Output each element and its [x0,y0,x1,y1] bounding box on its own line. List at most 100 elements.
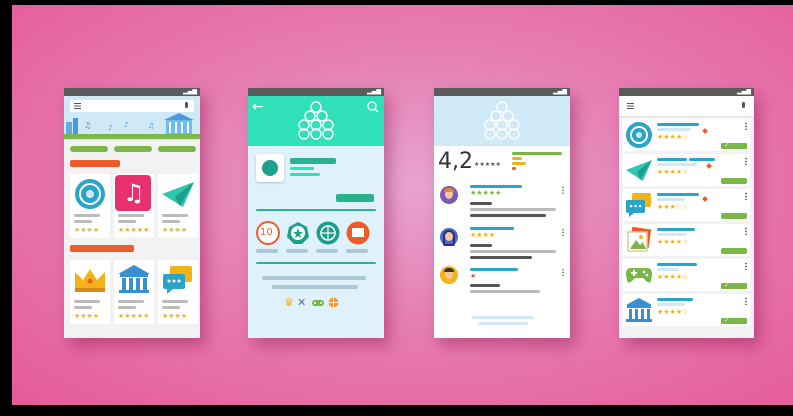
search-icon[interactable] [367,101,379,113]
section-title-bar [70,245,134,252]
avatar [440,186,458,204]
basketball-icon [328,297,339,308]
hamburger-icon[interactable] [74,103,81,109]
app-card[interactable]: ★★★★ [70,174,110,238]
status-bar: ▂▄▆ [619,88,754,96]
list-item[interactable]: ★★★★☆ ✓ [623,119,750,151]
rating-stars: ★★★★ [74,226,100,234]
picture-icon [627,227,652,252]
rating-stars: ★★★★ [74,312,100,320]
overflow-menu-icon[interactable] [745,262,747,270]
tab-pill-1[interactable] [70,146,108,152]
review-stars: ★ [470,272,477,280]
list-item[interactable]: ★★★★☆ [623,224,750,256]
badge-number: 10 [260,227,273,238]
badge-score: 10 [256,221,280,245]
green-stripe [64,134,200,139]
list-item[interactable]: ★★★★☆ ✓ [623,294,750,326]
status-bar: ▂▄▆ [64,88,200,96]
avatar [440,228,458,246]
review-stars: ★★★★ [470,231,496,239]
action-bar[interactable] [721,248,747,254]
action-bar[interactable] [721,213,747,219]
crown-icon [75,269,105,292]
rating-stars: ★★★★☆ [657,273,689,281]
overflow-menu-icon[interactable] [745,192,747,200]
installed-check: ✓ [721,283,747,289]
app-card[interactable]: ★★★★ [158,260,198,324]
rating-stars: ★★★★☆ [657,238,689,246]
app-card[interactable]: ♫ ★★★★★ [114,174,154,238]
rating-histogram-bar [512,167,516,170]
tab-pill-2[interactable] [114,146,152,152]
phone-reviews: ▂▄▆ 4,2 ★★★★★ ★★★★★ ★★★★ ★ [434,88,570,338]
list-item[interactable]: ★★★★☆ ✓ [623,259,750,291]
divider [256,209,376,211]
app-logo-icon [484,101,520,140]
paper-plane-icon [162,182,194,207]
app-card[interactable]: ★★★★ [70,260,110,324]
overflow-menu-icon[interactable] [745,122,747,130]
rating-stars: ★★★★ [162,312,188,320]
crown-icon: ♛ [284,296,294,309]
chat-bubbles-icon [626,193,651,217]
install-button[interactable] [336,194,374,202]
installed-check: ✓ [721,143,747,149]
paper-plane-icon [626,160,652,181]
overflow-menu-icon[interactable] [745,227,747,235]
rating-histogram-bar [512,162,526,165]
overflow-menu-icon[interactable] [745,157,747,165]
rating-histogram-bar [512,157,522,160]
search-bar[interactable] [70,100,194,112]
phone-app-list: ▂▄▆ ★★★★☆ ✓ ★★★★☆ ★★★☆☆ ★★★★☆ ★★★★☆ ✓ ★★… [619,88,754,338]
microphone-icon[interactable] [742,102,745,108]
chat-bubbles-icon [163,266,192,294]
app-icon-tile [256,154,284,182]
section-title-bar [70,160,120,167]
music-note-icon: ♫ [115,175,151,211]
museum-icon [118,265,150,293]
svg-text:♫: ♫ [84,121,91,130]
rating-stars: ★★★★★ [474,161,501,168]
app-card[interactable]: ★★★★★ [114,260,154,324]
pink-background: ▂▄▆ ♫ ♪ ♪ ♫ ★★★★ ♫ ★★★★★ ★★★★ ★★★★ ★★★★★… [12,5,793,405]
gamepad-icon [312,300,324,306]
rating-stars: ★★★★★ [118,226,150,234]
star-badge-icon [287,222,309,244]
cards-badge-icon [346,221,370,245]
rating-stars: ★★★★☆ [657,133,689,141]
app-logo-icon [298,101,334,140]
crossed-swords-icon: ✕ [297,296,307,309]
camera-shutter-icon [626,122,652,148]
museum-icon [626,298,652,322]
overflow-menu-icon[interactable] [745,297,747,305]
avatar [440,266,458,284]
arrow-back-icon[interactable]: ← [252,100,264,114]
svg-text:♪: ♪ [108,124,112,132]
list-item[interactable]: ★★★★☆ [623,154,750,186]
basketball-badge-icon [316,221,340,245]
divider [256,262,376,264]
camera-shutter-icon [75,179,105,209]
overflow-menu-icon[interactable] [562,228,564,236]
installed-check: ✓ [721,318,747,324]
list-item[interactable]: ★★★☆☆ [623,189,750,221]
phone-app-store: ▂▄▆ ♫ ♪ ♪ ♫ ★★★★ ♫ ★★★★★ ★★★★ ★★★★ ★★★★★… [64,88,200,338]
tab-pill-3[interactable] [158,146,196,152]
svg-text:♫: ♫ [148,122,154,130]
rating-stars: ★★★★★ [118,312,150,320]
rating-stars: ★★★★☆ [657,308,689,316]
hamburger-icon[interactable] [627,103,634,109]
status-bar: ▂▄▆ [434,88,570,96]
app-card[interactable]: ★★★★ [158,174,198,238]
status-bar: ▂▄▆ [248,88,384,96]
microphone-icon[interactable] [185,102,188,108]
overflow-menu-icon[interactable] [562,186,564,194]
gamepad-icon [626,268,652,283]
action-bar[interactable] [721,178,747,184]
rating-histogram-bar [512,152,562,155]
rating-stars: ★★★☆☆ [657,203,689,211]
phone-app-detail: ▂▄▆ ← 10 ♛ ✕ [248,88,384,338]
city-skyline-icon: ♫ ♪ ♪ ♫ [66,113,194,134]
overflow-menu-icon[interactable] [562,268,564,276]
